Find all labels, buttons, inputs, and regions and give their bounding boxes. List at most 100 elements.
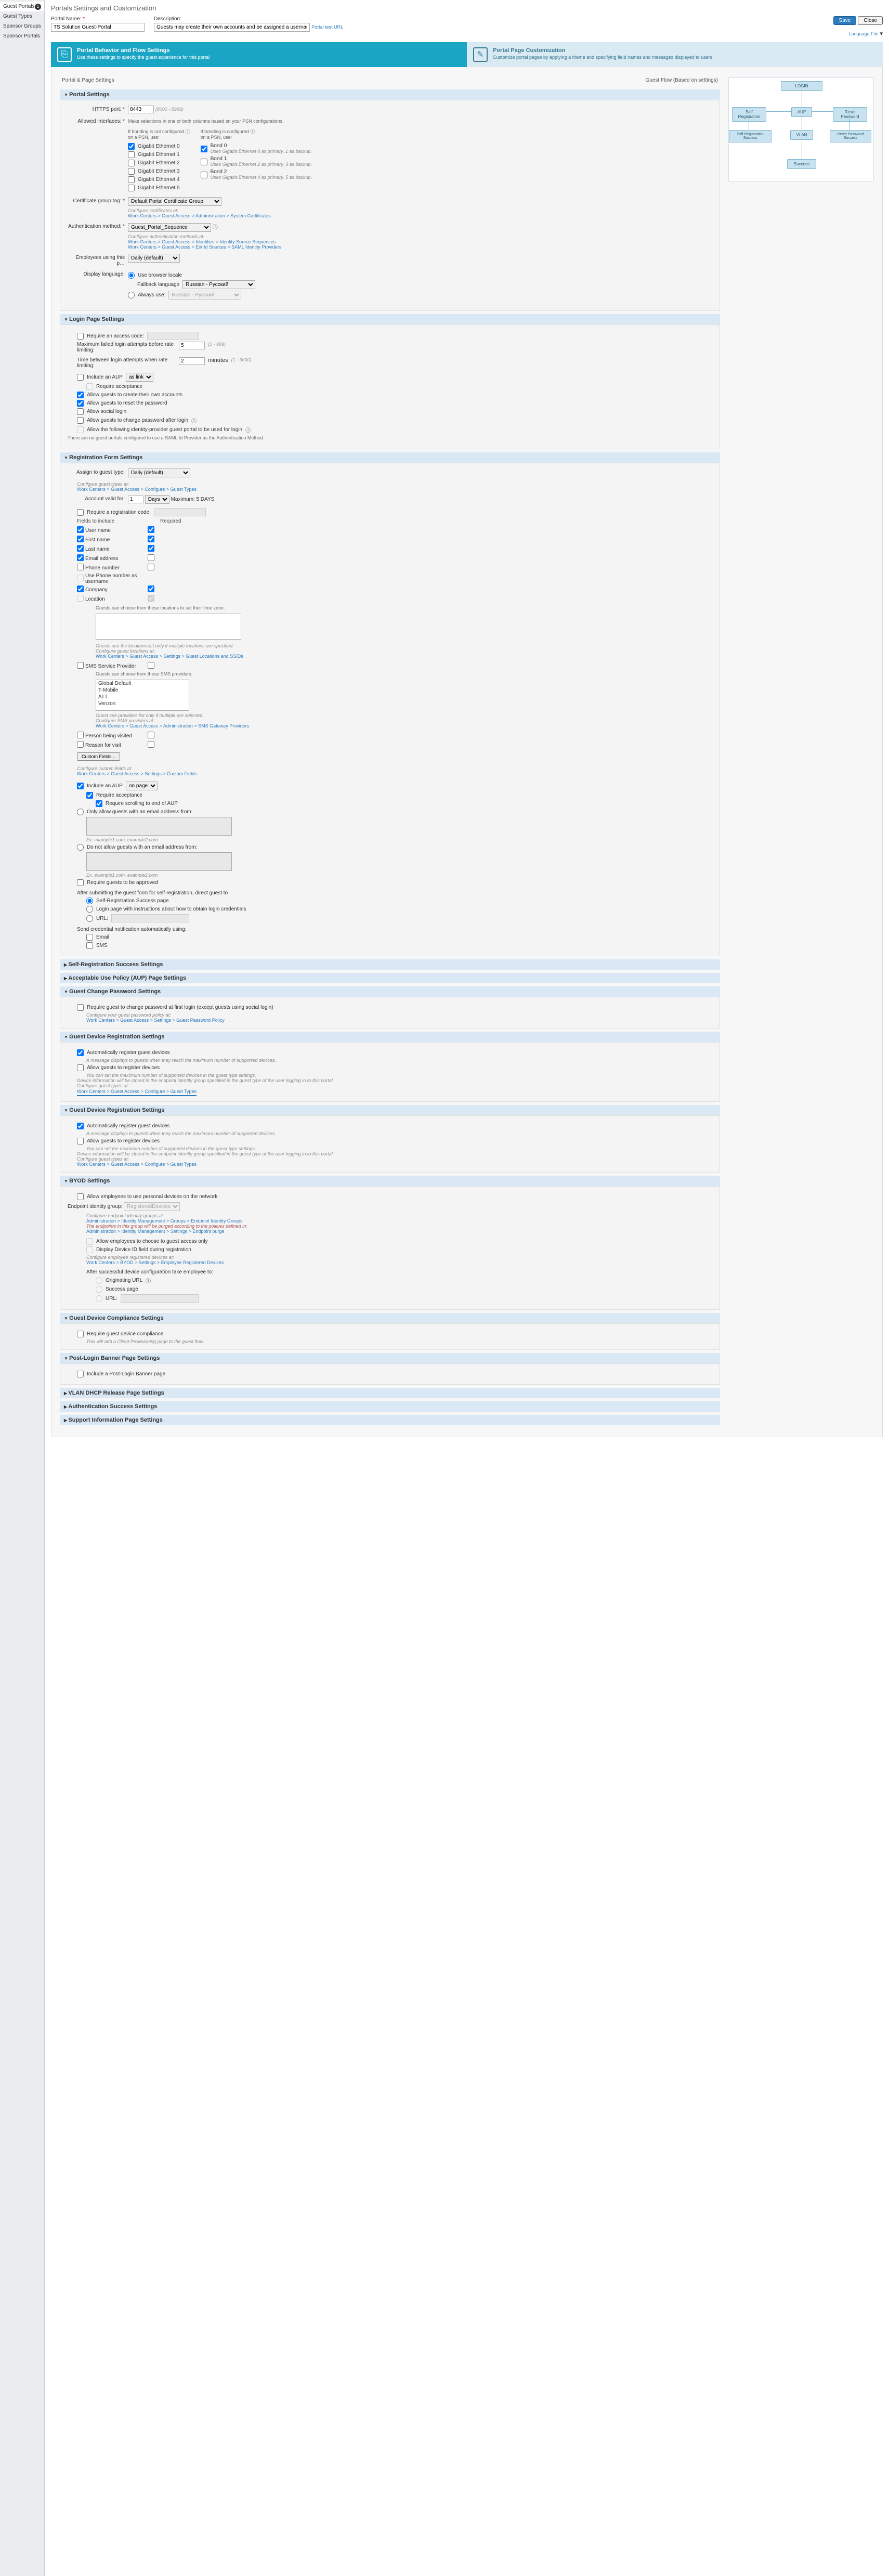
endpoint-purge-link[interactable]: Administration > Identity Management > S… <box>86 1229 712 1234</box>
field-lastname-inc[interactable] <box>77 545 84 552</box>
field-email-inc[interactable] <box>77 554 84 561</box>
device-reg-header-2[interactable]: Guest Device Registration Settings <box>60 1105 720 1115</box>
reason-inc[interactable] <box>77 741 84 748</box>
registration-settings-header[interactable]: Registration Form Settings <box>60 452 720 463</box>
auth-method-select[interactable]: Guest_Portal_Sequence <box>128 223 211 232</box>
field-company-inc[interactable] <box>77 586 84 592</box>
field-username-inc[interactable] <box>77 526 84 533</box>
rate-limit-time-input[interactable] <box>179 357 205 365</box>
always-lang-select[interactable]: Russian - Русский <box>168 291 241 300</box>
vlan-dhcp-header[interactable]: VLAN DHCP Release Page Settings <box>60 1388 720 1398</box>
browser-locale-radio[interactable] <box>128 272 135 279</box>
iface-ge4-checkbox[interactable] <box>128 176 135 183</box>
portal-name-input[interactable] <box>51 23 145 32</box>
sms-providers-listbox[interactable]: Global DefaultT-MobileATTVerizon <box>96 680 189 711</box>
guest-types-link-2[interactable]: Work Centers > Guest Access > Configure … <box>77 1089 197 1096</box>
tab-behavior-flow[interactable]: ⎘ Portal Behavior and Flow SettingsUse t… <box>51 42 467 67</box>
auth-link-1[interactable]: Work Centers > Guest Access > Identities… <box>128 239 712 244</box>
reg-include-aup-checkbox[interactable] <box>77 783 84 789</box>
allow-reset-password-checkbox[interactable] <box>77 400 84 407</box>
reg-aup-mode-select[interactable]: on page <box>126 782 158 790</box>
auto-register-devices-checkbox-1[interactable] <box>77 1049 84 1056</box>
allow-register-devices-checkbox-2[interactable] <box>77 1138 84 1144</box>
aup-page-header[interactable]: Acceptable Use Policy (AUP) Page Setting… <box>60 973 720 983</box>
locations-textarea[interactable] <box>96 614 241 640</box>
require-scroll-checkbox[interactable] <box>96 800 102 807</box>
person-visited-inc[interactable] <box>77 732 84 738</box>
account-valid-input[interactable] <box>128 496 143 503</box>
field-company-req[interactable] <box>148 586 154 592</box>
field-phone-req[interactable] <box>148 564 154 570</box>
allow-personal-devices-checkbox[interactable] <box>77 1193 84 1200</box>
include-post-login-banner-checkbox[interactable] <box>77 1371 84 1377</box>
person-visited-req[interactable] <box>148 732 154 738</box>
cert-link[interactable]: Work Centers > Guest Access > Administra… <box>128 213 712 218</box>
field-email-req[interactable] <box>148 554 154 561</box>
field-lastname-req[interactable] <box>148 545 154 552</box>
field-username-req[interactable] <box>148 526 154 533</box>
iface-ge5-checkbox[interactable] <box>128 185 135 191</box>
custom-fields-link[interactable]: Work Centers > Guest Access > Settings >… <box>77 771 712 776</box>
auto-register-devices-checkbox-2[interactable] <box>77 1123 84 1129</box>
employees-select[interactable]: Daily (default) <box>128 254 180 263</box>
sidebar-item-sponsor-portals[interactable]: Sponsor Portals <box>0 31 44 41</box>
require-compliance-checkbox[interactable] <box>77 1331 84 1337</box>
iface-ge3-checkbox[interactable] <box>128 168 135 175</box>
require-change-password-checkbox[interactable] <box>77 1004 84 1011</box>
sms-provider-req[interactable] <box>148 662 154 669</box>
cred-email-checkbox[interactable] <box>86 934 93 941</box>
login-aup-mode-select[interactable]: as link <box>126 373 153 382</box>
device-reg-header-1[interactable]: Guest Device Registration Settings <box>60 1032 720 1042</box>
guest-types-link-3[interactable]: Work Centers > Guest Access > Configure … <box>77 1162 712 1167</box>
auth-success-header[interactable]: Authentication Success Settings <box>60 1401 720 1412</box>
field-firstname-inc[interactable] <box>77 536 84 542</box>
tab-page-customization[interactable]: ✎ Portal Page CustomizationCustomize por… <box>467 42 883 67</box>
login-settings-header[interactable]: Login Page Settings <box>60 314 720 324</box>
allow-register-devices-checkbox-1[interactable] <box>77 1064 84 1071</box>
sms-providers-link[interactable]: Work Centers > Guest Access > Administra… <box>96 723 712 728</box>
password-policy-link[interactable]: Work Centers > Guest Access > Settings >… <box>86 1018 712 1023</box>
iface-ge0-checkbox[interactable] <box>128 143 135 150</box>
employee-devices-link[interactable]: Work Centers > BYOD > Settings > Employe… <box>86 1260 712 1265</box>
close-button[interactable]: Close <box>858 16 883 25</box>
bond2-checkbox[interactable] <box>201 172 207 178</box>
allow-change-password-checkbox[interactable] <box>77 417 84 424</box>
bond0-checkbox[interactable] <box>201 146 207 152</box>
reg-require-acceptance-checkbox[interactable] <box>86 792 93 799</box>
field-firstname-req[interactable] <box>148 536 154 542</box>
account-valid-unit-select[interactable]: Days <box>145 495 169 504</box>
support-info-header[interactable]: Support Information Page Settings <box>60 1415 720 1425</box>
custom-fields-button[interactable]: Custom Fields... <box>77 752 120 761</box>
cert-group-select[interactable]: Default Portal Certificate Group <box>128 197 221 206</box>
https-port-input[interactable] <box>128 106 154 113</box>
always-use-radio[interactable] <box>128 292 135 298</box>
fallback-lang-select[interactable]: Russian - Русский <box>182 280 255 289</box>
auth-link-2[interactable]: Work Centers > Guest Access > Ext Id Sou… <box>128 244 712 250</box>
require-reg-code-checkbox[interactable] <box>77 509 84 516</box>
description-input[interactable] <box>154 23 310 32</box>
allow-create-accounts-checkbox[interactable] <box>77 392 84 398</box>
reason-req[interactable] <box>148 741 154 748</box>
self-reg-success-header[interactable]: Self-Registration Success Settings <box>60 959 720 970</box>
field-phone-inc[interactable] <box>77 564 84 570</box>
guest-types-link[interactable]: Work Centers > Guest Access > Configure … <box>77 487 712 492</box>
post-login-header[interactable]: Post-Login Banner Page Settings <box>60 1353 720 1363</box>
iface-ge1-checkbox[interactable] <box>128 151 135 158</box>
allow-social-login-checkbox[interactable] <box>77 408 84 415</box>
endpoint-groups-link[interactable]: Administration > Identity Management > G… <box>86 1218 712 1224</box>
language-file-link[interactable]: Language File <box>848 31 878 36</box>
sidebar-item-sponsor-groups[interactable]: Sponsor Groups <box>0 21 44 31</box>
do-not-allow-radio[interactable] <box>77 844 84 851</box>
guest-locations-link[interactable]: Work Centers > Guest Access > Settings >… <box>96 654 712 659</box>
sidebar-item-guest-types[interactable]: Guest Types <box>0 11 44 21</box>
iface-ge2-checkbox[interactable] <box>128 160 135 166</box>
require-approved-checkbox[interactable] <box>77 879 84 886</box>
portal-test-url-link[interactable]: Portal test URL <box>311 24 343 30</box>
redirect-success-radio[interactable] <box>86 897 93 904</box>
change-password-header[interactable]: Guest Change Password Settings <box>60 986 720 997</box>
cred-sms-checkbox[interactable] <box>86 942 93 949</box>
only-allow-radio[interactable] <box>77 809 84 815</box>
compliance-header[interactable]: Guest Device Compliance Settings <box>60 1313 720 1323</box>
sms-provider-inc[interactable] <box>77 662 84 669</box>
redirect-login-radio[interactable] <box>86 906 93 913</box>
